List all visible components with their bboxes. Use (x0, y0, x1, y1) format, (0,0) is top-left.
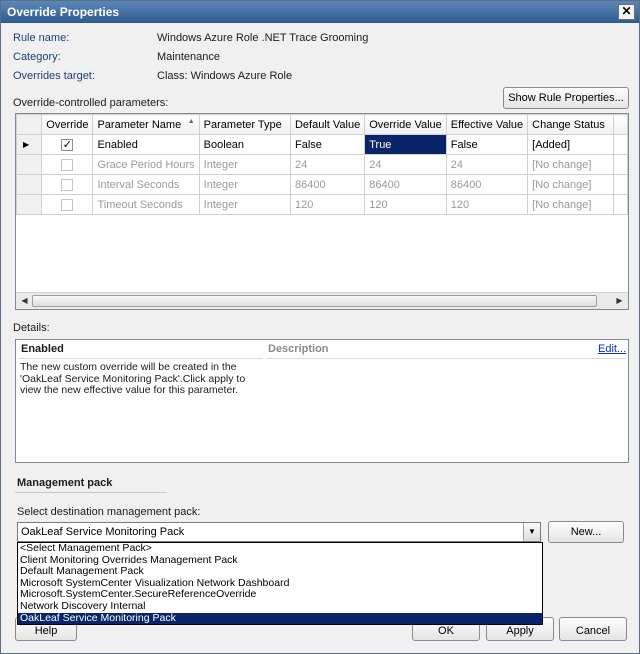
override-cell[interactable] (41, 154, 94, 175)
effective-value-cell: False (445, 134, 529, 155)
scroll-right-icon[interactable]: ▶ (612, 294, 627, 308)
scroll-left-icon[interactable]: ◀ (17, 294, 32, 308)
show-rule-properties-button[interactable]: Show Rule Properties... (503, 87, 629, 109)
scrollbar-thumb[interactable] (32, 295, 597, 307)
overrides-target-label: Overrides target: (13, 70, 95, 82)
table-row[interactable]: ▶ ✓ Enabled Boolean False True False [Ad… (16, 134, 628, 155)
override-properties-window: Override Properties ✕ Rule name: Windows… (0, 0, 640, 654)
override-cell[interactable] (41, 174, 94, 195)
override-value-cell[interactable]: True (364, 134, 447, 155)
category-value: Maintenance (157, 51, 220, 63)
effective-value-cell: 120 (445, 194, 529, 215)
new-mp-button[interactable]: New... (548, 521, 624, 543)
default-value-cell: 86400 (289, 174, 366, 195)
close-button[interactable]: ✕ (618, 4, 635, 20)
row-header (16, 194, 43, 215)
description-header: Description (268, 343, 329, 355)
col-override-value[interactable]: Override Value (364, 114, 447, 135)
override-cell[interactable]: ✓ (41, 134, 94, 155)
parameters-section-label: Override-controlled parameters: (13, 97, 169, 109)
row-header (16, 174, 43, 195)
edit-link[interactable]: Edit... (598, 343, 626, 355)
management-pack-title: Management pack (17, 477, 113, 489)
description-divider (266, 358, 626, 359)
change-status-cell: [No change] (527, 194, 614, 215)
sort-ascending-icon: ▲ (187, 118, 195, 125)
override-cell[interactable] (41, 194, 94, 215)
heading-divider (18, 358, 263, 359)
default-value-cell: 24 (289, 154, 366, 175)
override-checkbox[interactable] (61, 158, 74, 171)
parameter-type-cell: Integer (198, 154, 291, 175)
management-pack-selected-value: OakLeaf Service Monitoring Pack (21, 526, 185, 538)
rule-name-value: Windows Azure Role .NET Trace Grooming (157, 32, 369, 44)
col-parameter-name[interactable]: Parameter Name ▲ (92, 114, 200, 135)
override-checkbox[interactable]: ✓ (61, 138, 74, 151)
row-header-corner (16, 114, 43, 135)
filler-cell (612, 134, 628, 155)
col-filler (612, 114, 628, 135)
effective-value-cell: 86400 (445, 174, 529, 195)
table-row[interactable]: Grace Period Hours Integer 24 24 24 [No … (16, 154, 628, 175)
filler-cell (612, 174, 628, 195)
dropdown-option[interactable]: Network Discovery Internal (18, 600, 542, 613)
col-override[interactable]: Override (41, 114, 94, 135)
override-checkbox[interactable] (61, 178, 74, 191)
parameter-name-cell: Interval Seconds (92, 174, 200, 195)
details-heading: Enabled (21, 343, 64, 355)
parameter-type-cell: Integer (198, 194, 291, 215)
change-status-cell: [No change] (527, 154, 614, 175)
change-status-cell: [Added] (527, 134, 614, 155)
details-label: Details: (13, 322, 50, 334)
horizontal-scrollbar[interactable]: ◀ ▶ (16, 292, 628, 309)
parameter-type-cell: Integer (198, 174, 291, 195)
effective-value-cell: 24 (445, 154, 529, 175)
parameters-grid: Override Parameter Name ▲ Parameter Type… (15, 113, 629, 310)
table-row[interactable]: Interval Seconds Integer 86400 86400 864… (16, 174, 628, 195)
cancel-button[interactable]: Cancel (559, 617, 627, 641)
override-value-cell[interactable]: 120 (364, 194, 447, 215)
window-title: Override Properties (7, 5, 120, 19)
management-pack-dropdown-list[interactable]: <Select Management Pack> Client Monitori… (17, 542, 543, 625)
grid-header-row: Override Parameter Name ▲ Parameter Type… (16, 114, 628, 135)
col-default-value[interactable]: Default Value (289, 114, 366, 135)
parameter-name-cell: Timeout Seconds (92, 194, 200, 215)
override-value-cell[interactable]: 86400 (364, 174, 447, 195)
chevron-down-icon[interactable]: ▼ (523, 523, 540, 541)
details-text: The new custom override will be created … (20, 361, 246, 396)
row-header (16, 154, 43, 175)
parameter-name-cell: Enabled (92, 134, 200, 155)
col-change-status[interactable]: Change Status (527, 114, 614, 135)
change-status-cell: [No change] (527, 174, 614, 195)
overrides-target-value: Class: Windows Azure Role (157, 70, 293, 82)
filler-cell (612, 154, 628, 175)
parameter-name-cell: Grace Period Hours (92, 154, 200, 175)
category-label: Category: (13, 51, 61, 63)
details-panel: Enabled Description Edit... The new cust… (15, 339, 629, 463)
col-parameter-name-label: Parameter Name (97, 118, 182, 131)
parameter-type-cell: Boolean (198, 134, 291, 155)
col-parameter-type[interactable]: Parameter Type (198, 114, 291, 135)
management-pack-select[interactable]: OakLeaf Service Monitoring Pack ▼ (17, 522, 541, 542)
current-row-icon: ▶ (16, 134, 43, 155)
management-pack-divider (15, 492, 167, 493)
default-value-cell: 120 (289, 194, 366, 215)
rule-name-label: Rule name: (13, 32, 70, 44)
dropdown-option[interactable]: <Select Management Pack> (18, 542, 542, 555)
title-bar[interactable]: Override Properties ✕ (1, 1, 639, 23)
table-row[interactable]: Timeout Seconds Integer 120 120 120 [No … (16, 194, 628, 215)
override-checkbox[interactable] (61, 198, 74, 211)
select-mp-label: Select destination management pack: (17, 506, 201, 518)
filler-cell (612, 194, 628, 215)
default-value-cell: False (289, 134, 366, 155)
dropdown-option-selected[interactable]: OakLeaf Service Monitoring Pack (18, 612, 542, 625)
col-effective-value[interactable]: Effective Value (445, 114, 529, 135)
override-value-cell[interactable]: 24 (364, 154, 447, 175)
